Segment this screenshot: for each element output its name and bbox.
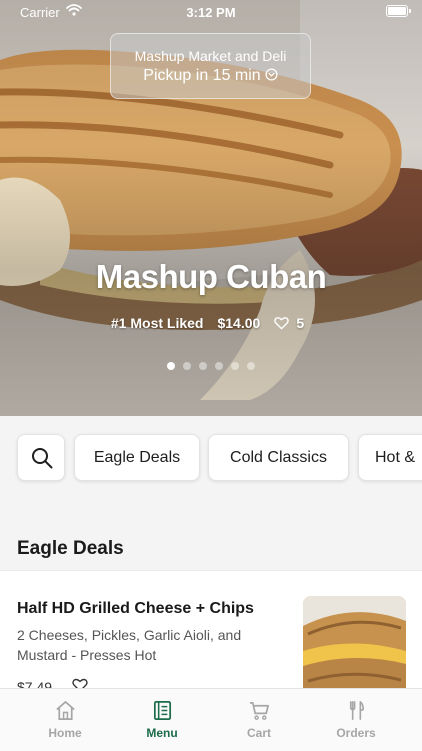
tab-orders-label: Orders xyxy=(336,726,376,740)
search-icon xyxy=(32,448,53,469)
search-button[interactable] xyxy=(17,434,65,481)
section-title: Eagle Deals xyxy=(17,538,124,559)
category-chip-hot[interactable]: Hot & xyxy=(358,434,422,481)
carousel-dot[interactable] xyxy=(167,362,175,370)
carousel-dot[interactable] xyxy=(215,362,223,370)
carousel-dot[interactable] xyxy=(199,362,207,370)
clock-time: 3:12 PM xyxy=(186,5,236,20)
tab-home-label: Home xyxy=(48,726,82,740)
category-chip-cold-classics[interactable]: Cold Classics xyxy=(208,434,349,481)
carousel-dot[interactable] xyxy=(231,362,239,370)
featured-item-title[interactable]: Mashup Cuban xyxy=(0,258,422,296)
menu-icon xyxy=(153,701,171,720)
pickup-time-label: Pickup in 15 min xyxy=(143,67,261,84)
category-chips[interactable]: Eagle Deals Cold Classics Hot & xyxy=(0,416,422,502)
pickup-selector[interactable]: Mashup Market and Deli Pickup in 15 min xyxy=(110,33,311,99)
grilled-cheese-image xyxy=(303,596,406,691)
hero-carousel[interactable]: Carrier 3:12 PM Mashup Market and Deli P… xyxy=(0,0,422,416)
store-name: Mashup Market and Deli xyxy=(134,48,287,64)
carousel-pagination[interactable] xyxy=(0,357,422,375)
cart-icon xyxy=(249,701,269,720)
featured-price: $14.00 xyxy=(217,315,261,331)
status-bar: Carrier 3:12 PM xyxy=(0,0,422,24)
featured-item-meta: #1 Most Liked $14.00 5 xyxy=(0,315,422,331)
featured-likes[interactable]: 5 xyxy=(274,315,311,331)
menu-item-card[interactable]: Half HD Grilled Cheese + Chips 2 Cheeses… xyxy=(0,570,422,691)
tab-menu-label: Menu xyxy=(146,726,178,740)
tab-cart[interactable]: Cart xyxy=(209,689,309,751)
carousel-dot[interactable] xyxy=(183,362,191,370)
carousel-dot[interactable] xyxy=(247,362,255,370)
featured-badge: #1 Most Liked xyxy=(110,315,204,331)
featured-like-count: 5 xyxy=(296,315,305,331)
pickup-time: Pickup in 15 min xyxy=(111,67,310,85)
menu-item-photo xyxy=(303,596,406,691)
home-icon xyxy=(55,701,75,720)
heart-icon xyxy=(274,317,290,330)
tab-orders[interactable]: Orders xyxy=(306,689,406,751)
battery-icon xyxy=(386,5,411,17)
tab-bar: Home Menu Cart Orders xyxy=(0,688,422,751)
tab-home[interactable]: Home xyxy=(15,689,115,751)
category-chip-eagle-deals[interactable]: Eagle Deals xyxy=(74,434,200,481)
menu-item-description: 2 Cheeses, Pickles, Garlic Aioli, and Mu… xyxy=(17,627,242,663)
tab-cart-label: Cart xyxy=(246,726,271,740)
menu-item-name: Half HD Grilled Cheese + Chips xyxy=(17,600,254,617)
fork-knife-icon xyxy=(349,701,364,720)
clock-icon xyxy=(265,68,278,81)
tab-menu[interactable]: Menu xyxy=(112,689,212,751)
